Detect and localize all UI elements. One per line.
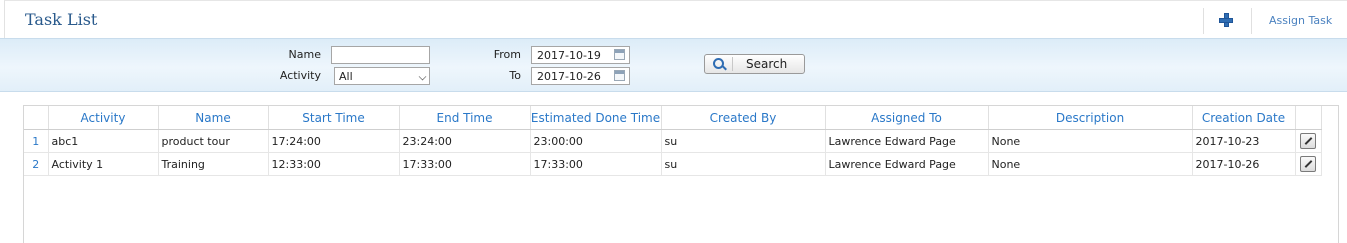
cell-created-by: su: [661, 152, 826, 176]
filter-bar: Name Activity All From 2017-10-19 To 201…: [0, 38, 1347, 92]
column-header-assigned-to[interactable]: Assigned To: [825, 106, 989, 130]
button-divider: [732, 57, 733, 71]
column-header-start-time[interactable]: Start Time: [268, 106, 400, 130]
column-header-description[interactable]: Description: [988, 106, 1193, 130]
cell-description: None: [988, 152, 1193, 176]
page-header: Task List Assign Task: [4, 0, 1347, 38]
column-header-creation-date[interactable]: Creation Date: [1192, 106, 1296, 130]
cell-assigned-to: Lawrence Edward Page: [825, 152, 989, 176]
from-date-value: 2017-10-19: [537, 49, 601, 62]
table-header-row: Activity Name Start Time End Time Estima…: [24, 106, 1322, 130]
activity-select[interactable]: All: [334, 67, 430, 85]
edit-icon[interactable]: [1300, 156, 1316, 172]
cell-creation-date: 2017-10-26: [1192, 152, 1296, 176]
cell-activity: abc1: [48, 129, 159, 153]
cell-name: product tour: [158, 129, 269, 153]
cell-start-time: 17:24:00: [268, 129, 400, 153]
row-number: 2: [24, 152, 49, 176]
search-icon: [713, 58, 724, 69]
column-header-activity[interactable]: Activity: [48, 106, 159, 130]
cell-description: None: [988, 129, 1193, 153]
edit-icon[interactable]: [1300, 133, 1316, 149]
calendar-icon[interactable]: [614, 70, 625, 81]
to-date-field[interactable]: 2017-10-26: [531, 67, 630, 85]
chevron-down-icon: [418, 72, 427, 81]
activity-label: Activity: [279, 69, 321, 82]
column-header-name[interactable]: Name: [158, 106, 269, 130]
to-label: To: [509, 69, 521, 82]
cell-start-time: 12:33:00: [268, 152, 400, 176]
header-divider: [1203, 8, 1204, 34]
table-row[interactable]: 2 Activity 1 Training 12:33:00 17:33:00 …: [24, 152, 1322, 176]
task-grid: Activity Name Start Time End Time Estima…: [23, 105, 1339, 243]
plus-icon[interactable]: [1218, 12, 1234, 28]
column-header-actions: [1295, 106, 1322, 130]
cell-creation-date: 2017-10-23: [1192, 129, 1296, 153]
name-label: Name: [288, 48, 321, 61]
cell-created-by: su: [661, 129, 826, 153]
cell-activity: Activity 1: [48, 152, 159, 176]
search-button-label: Search: [746, 57, 788, 71]
cell-end-time: 23:24:00: [399, 129, 531, 153]
cell-estimated-done-time: 17:33:00: [530, 152, 662, 176]
cell-estimated-done-time: 23:00:00: [530, 129, 662, 153]
assign-task-link[interactable]: Assign Task: [1269, 14, 1332, 27]
to-date-value: 2017-10-26: [537, 70, 601, 83]
column-header-index: [24, 106, 49, 130]
name-input[interactable]: [331, 46, 430, 64]
header-divider: [1251, 8, 1252, 34]
cell-assigned-to: Lawrence Edward Page: [825, 129, 989, 153]
cell-name: Training: [158, 152, 269, 176]
from-label: From: [493, 48, 521, 61]
row-number: 1: [24, 129, 49, 153]
column-header-end-time[interactable]: End Time: [399, 106, 531, 130]
cell-end-time: 17:33:00: [399, 152, 531, 176]
cell-actions: [1295, 152, 1322, 176]
cell-actions: [1295, 129, 1322, 153]
activity-select-value: All: [339, 70, 353, 83]
search-button[interactable]: Search: [704, 54, 805, 74]
calendar-icon[interactable]: [614, 49, 625, 60]
table-row[interactable]: 1 abc1 product tour 17:24:00 23:24:00 23…: [24, 129, 1322, 153]
column-header-created-by[interactable]: Created By: [661, 106, 826, 130]
page-title: Task List: [25, 10, 98, 29]
from-date-field[interactable]: 2017-10-19: [531, 46, 630, 64]
column-header-estimated-done-time[interactable]: Estimated Done Time: [530, 106, 662, 130]
task-table: Activity Name Start Time End Time Estima…: [24, 106, 1322, 176]
